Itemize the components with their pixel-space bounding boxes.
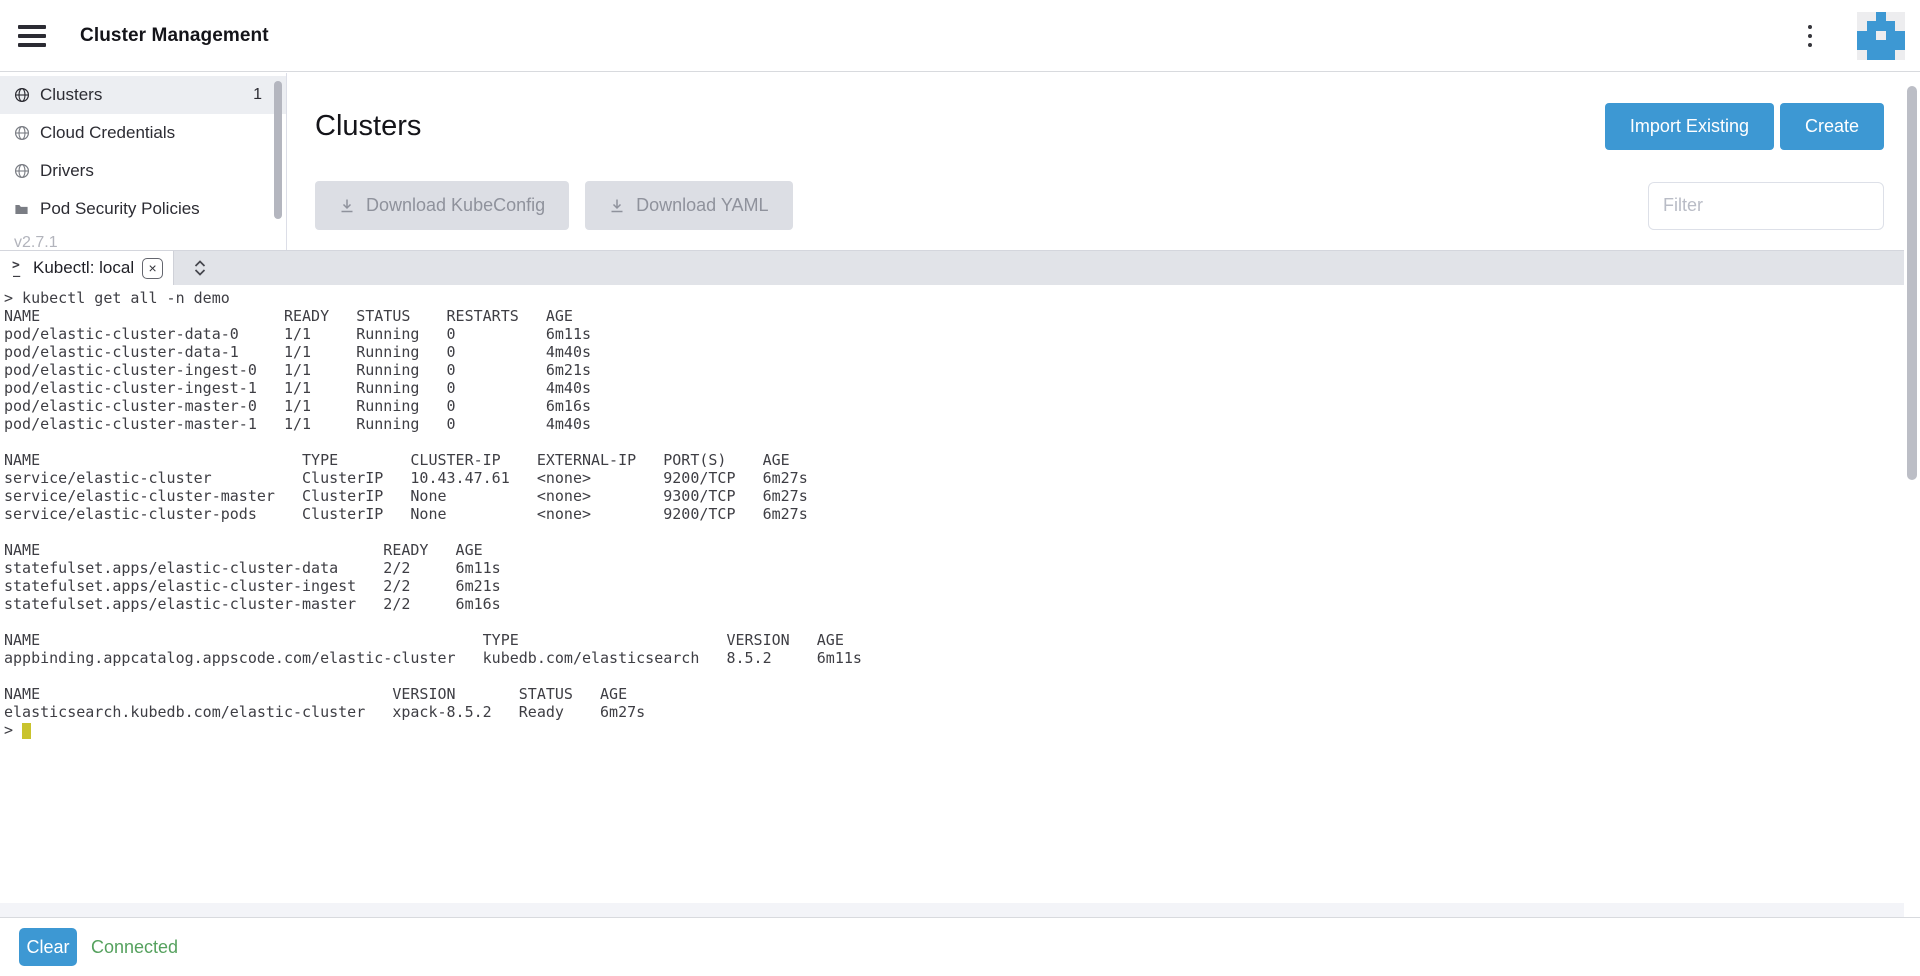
terminal-prompt-line: > xyxy=(4,721,1904,739)
connection-status: Connected xyxy=(91,937,178,958)
top-bar: Cluster Management xyxy=(0,0,1920,72)
download-yaml-button[interactable]: Download YAML xyxy=(585,181,792,230)
globe-icon xyxy=(14,125,31,141)
terminal-prompt: > xyxy=(4,721,22,739)
clear-button[interactable]: Clear xyxy=(19,928,77,966)
import-existing-button[interactable]: Import Existing xyxy=(1605,103,1774,150)
download-icon xyxy=(339,198,355,214)
page-scrollbar[interactable] xyxy=(1907,86,1917,480)
sidebar-item-label: Pod Security Policies xyxy=(40,199,200,219)
sidebar-item-label: Cloud Credentials xyxy=(40,123,175,143)
sidebar-scrollbar[interactable] xyxy=(274,81,282,219)
folder-icon xyxy=(14,202,31,217)
download-yaml-label: Download YAML xyxy=(636,195,768,216)
globe-icon xyxy=(14,87,31,103)
kubectl-terminal-drawer: >_ Kubectl: local × > kubectl get all -n… xyxy=(0,250,1904,917)
filter-input[interactable] xyxy=(1648,182,1884,230)
terminal-icon: >_ xyxy=(12,258,25,278)
sidebar-item-cloud-credentials[interactable]: Cloud Credentials xyxy=(0,114,286,152)
terminal-output: > kubectl get all -n demo NAME READY STA… xyxy=(4,289,1904,721)
avatar[interactable] xyxy=(1857,12,1905,60)
kebab-menu-icon[interactable] xyxy=(1797,21,1823,51)
close-icon[interactable]: × xyxy=(142,258,163,279)
count-badge: 1 xyxy=(253,86,262,104)
terminal-tab-bar: >_ Kubectl: local × xyxy=(0,251,1904,285)
terminal-tab-label: Kubectl: local xyxy=(33,258,134,278)
globe-icon xyxy=(14,163,31,179)
download-kubeconfig-button[interactable]: Download KubeConfig xyxy=(315,181,569,230)
terminal-cursor xyxy=(22,723,31,739)
sidebar-item-label: Clusters xyxy=(40,85,102,105)
page-title: Clusters xyxy=(315,110,421,143)
terminal-bottom-strip xyxy=(0,903,1904,917)
create-button[interactable]: Create xyxy=(1780,103,1884,150)
main-content: Clusters Import Existing Create Download… xyxy=(288,73,1904,250)
chevron-up-down-icon[interactable] xyxy=(187,251,213,285)
page-scrollbar-track xyxy=(1904,73,1920,917)
sidebar-item-drivers[interactable]: Drivers xyxy=(0,152,286,190)
download-icon xyxy=(609,198,625,214)
terminal-output-area[interactable]: > kubectl get all -n demo NAME READY STA… xyxy=(0,285,1904,903)
sidebar-item-label: Drivers xyxy=(40,161,94,181)
tab-kubectl-local[interactable]: >_ Kubectl: local × xyxy=(0,251,174,285)
sidebar-item-pod-security-policies[interactable]: Pod Security Policies xyxy=(0,190,286,228)
menu-icon[interactable] xyxy=(18,25,46,47)
download-kubeconfig-label: Download KubeConfig xyxy=(366,195,545,216)
app-title: Cluster Management xyxy=(80,25,269,47)
sidebar-item-clusters[interactable]: Clusters 1 xyxy=(0,76,286,114)
terminal-status-bar: Clear Connected xyxy=(0,917,1920,976)
